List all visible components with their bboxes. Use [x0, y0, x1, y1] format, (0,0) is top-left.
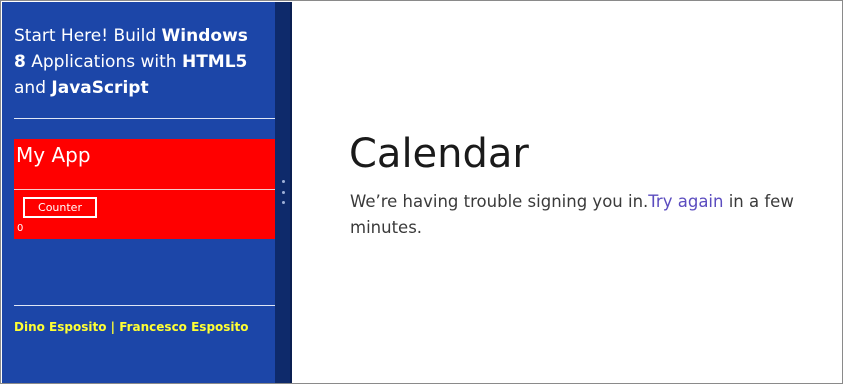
book-title-bold: HTML5 [181, 52, 248, 72]
book-title-bold: 8 [14, 52, 26, 72]
error-text: We’re having trouble signing you in. [350, 192, 649, 211]
page-title: Calendar [349, 131, 529, 177]
app-panel: My App Counter 0 [14, 139, 276, 239]
calendar-app: Calendar We’re having trouble signing yo… [292, 2, 842, 383]
counter-button[interactable]: Counter [23, 197, 97, 218]
snapped-app: Start Here! Build Windows 8 Applications… [2, 2, 276, 383]
try-again-link[interactable]: Try again [648, 192, 723, 211]
book-title: Start Here! Build Windows 8 Applications… [14, 23, 276, 101]
book-title-text: Start Here! Build [14, 26, 162, 46]
header-divider [14, 118, 275, 119]
footer-divider [14, 305, 275, 306]
counter-value: 0 [17, 223, 24, 234]
app-title: My App [16, 143, 91, 167]
snap-splitter[interactable] [275, 2, 290, 383]
splitter-grip-icon[interactable] [281, 180, 285, 204]
authors-credit: Dino Esposito | Francesco Esposito [14, 320, 249, 334]
book-title-bold: JavaScript [51, 78, 149, 98]
window-frame: Start Here! Build Windows 8 Applications… [0, 0, 843, 384]
book-title-bold: Windows [161, 26, 248, 46]
book-title-text: and [14, 78, 52, 98]
sign-in-error-message: We’re having trouble signing you in.Try … [350, 189, 830, 241]
book-title-text: Applications with [25, 52, 182, 72]
app-divider [14, 189, 276, 190]
